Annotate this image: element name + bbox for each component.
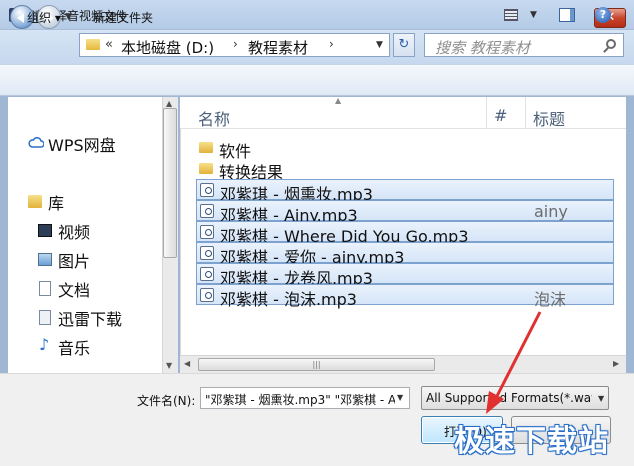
search-placeholder: 搜索 教程素材 [435,39,530,57]
file-title: ainy [534,202,568,221]
sidebar-item-music[interactable]: ♪ 音乐 [38,335,158,358]
audio-file-icon [200,183,214,197]
audio-file-icon [200,267,214,281]
address-history-dropdown-icon[interactable]: ▼ [376,40,383,50]
help-icon[interactable]: ? [595,7,611,23]
sidebar-item-video[interactable]: 视频 [38,220,158,242]
cloud-icon [28,137,44,148]
file-title: 泡沫 [534,290,567,309]
new-folder-button[interactable]: 新建文件夹 [93,9,153,26]
organize-button[interactable]: 组织 ▾ [27,9,61,26]
navigation-scroll-thumb[interactable] [163,108,177,258]
filename-label: 文件名(N): [137,394,196,408]
audio-file-icon [200,288,214,302]
file-row-selected[interactable]: 邓紫棋 - 泡沫.mp3 泡沫 [196,284,614,309]
scroll-left-icon[interactable]: ◀ [184,359,190,368]
file-row-selected[interactable]: 邓紫棋 - 爱你 - ainy.mp3 [196,242,614,267]
sidebar-item-label: 视频 [58,223,91,242]
breadcrumb-separator-icon[interactable]: › [329,37,334,51]
library-icon [28,195,42,208]
filetype-dropdown-icon[interactable]: ▼ [598,394,604,403]
download-icon [39,310,51,325]
audio-file-icon [200,225,214,239]
folder-row[interactable]: 转换结果 [196,158,614,182]
filetype-select[interactable]: All Supported Formats(*.wav ▼ [421,386,609,410]
view-options-dropdown-icon[interactable]: ▼ [530,10,537,20]
folder-icon [199,163,213,174]
audio-file-icon [200,204,214,218]
sidebar-item-label: 迅雷下载 [58,310,123,329]
music-icon: ♪ [39,335,50,354]
column-header-title[interactable]: 标题 [533,106,565,130]
video-icon [38,224,52,237]
scroll-right-icon[interactable]: ▶ [613,359,619,368]
column-header-number[interactable]: # [494,106,507,125]
sidebar-item-library[interactable]: 库 [28,191,158,213]
breadcrumb-separator-icon[interactable]: › [233,37,238,51]
breadcrumb-drive[interactable]: 本地磁盘 (D:) [121,37,214,58]
sidebar-item-pictures[interactable]: 图片 [38,249,158,271]
address-overflow-chevron[interactable]: « [105,37,113,52]
sidebar-item-label: WPS网盘 [48,136,116,155]
search-icon[interactable] [606,39,616,49]
recent-locations-dropdown-icon[interactable]: ▼ [65,12,72,22]
filename-value: "邓紫琪 - 烟熏妆.mp3" "邓紫棋 - Ainy.mp3" [205,393,395,407]
folder-icon [199,142,213,153]
folder-icon [86,39,100,50]
scroll-down-icon[interactable]: ▼ [166,361,172,370]
file-row-selected[interactable]: 邓紫棋 - 龙卷风.mp3 [196,263,614,288]
picture-icon [38,253,52,266]
preview-pane-icon[interactable] [559,8,575,22]
sidebar-item-downloads[interactable]: 迅雷下载 [38,307,158,329]
refresh-button[interactable]: ↻ [393,33,415,57]
command-toolbar [0,64,634,96]
column-header-name[interactable]: 名称 [198,106,230,130]
audio-file-icon [200,246,214,260]
sidebar-item-documents[interactable]: 文档 [38,278,158,300]
sidebar-item-label: 音乐 [58,339,91,358]
site-watermark: 极速下载站 [454,424,609,459]
document-icon [39,281,51,296]
filetype-value: All Supported Formats(*.wav [426,391,592,405]
address-bar[interactable]: « 本地磁盘 (D:) › 教程素材 › ▼ [79,33,390,57]
column-divider[interactable] [486,97,487,129]
breadcrumb-folder[interactable]: 教程素材 [248,37,308,58]
file-row-selected[interactable]: 邓紫棋 - Ainy.mp3 ainy [196,200,614,225]
file-row-selected[interactable]: 邓紫棋 - Where Did You Go.mp3 [196,221,614,246]
filename-input[interactable]: "邓紫琪 - 烟熏妆.mp3" "邓紫棋 - Ainy.mp3" ▼ [200,387,410,409]
file-name: 邓紫棋 - 泡沫.mp3 [220,290,357,309]
column-divider[interactable] [525,97,526,129]
file-row-selected[interactable]: 邓紫琪 - 烟熏妆.mp3 [196,179,614,204]
sidebar-item-label: 图片 [58,252,91,271]
change-view-icon[interactable] [504,9,518,21]
search-input[interactable]: 搜索 教程素材 [424,33,624,57]
sort-ascending-icon: ▲ [335,96,342,105]
sidebar-item-label: 库 [48,194,65,213]
filename-dropdown-icon[interactable]: ▼ [397,393,403,402]
horizontal-scroll-thumb[interactable]: ||| [198,358,435,371]
scroll-up-icon[interactable]: ▲ [166,99,172,108]
sidebar-item-label: 文档 [58,281,91,300]
folder-row[interactable]: 软件 [196,137,614,161]
